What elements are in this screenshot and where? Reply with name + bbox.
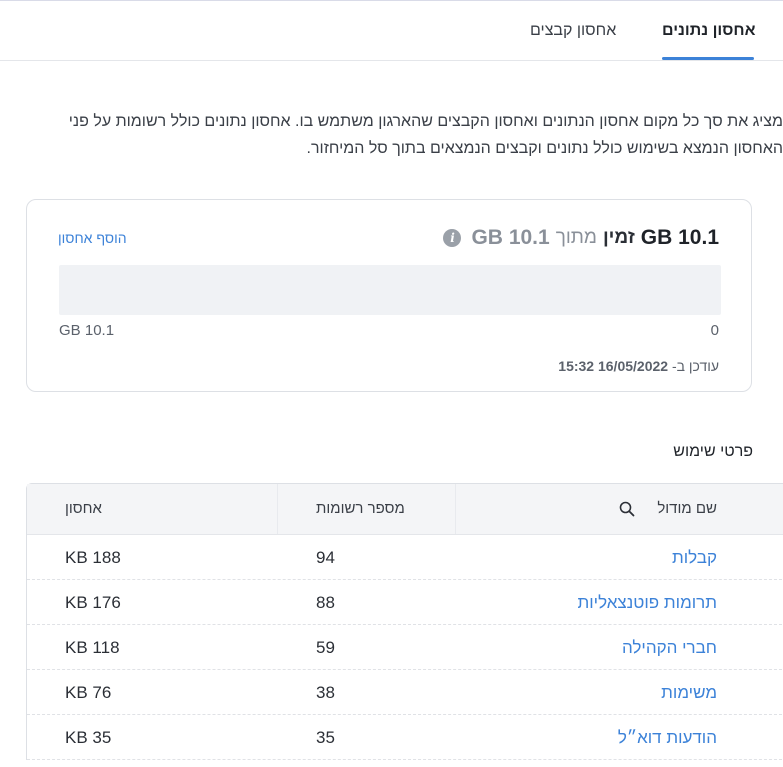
module-name-link[interactable]: חברי הקהילה	[622, 638, 717, 658]
page-description: מציג את סך כל מקום אחסון הנתונים ואחסון …	[0, 108, 783, 162]
record-count: 59	[316, 638, 335, 657]
add-storage-link[interactable]: הוסף אחסון	[58, 230, 127, 246]
column-header-module[interactable]: שם מודול	[657, 500, 717, 517]
record-count: 35	[316, 728, 335, 747]
active-tab-indicator	[662, 57, 754, 60]
table-row[interactable]: משימות 38 76 KB	[27, 670, 783, 715]
updated-label: עודכן ב-	[671, 358, 719, 374]
table-row[interactable]: קבלות 94 188 KB	[27, 535, 783, 580]
storage-usage-card: 10.1 GB זמין מתוך 10.1 GB i הוסף אחסון 0…	[26, 199, 752, 392]
module-name-link[interactable]: תרומות פוטנצאליות	[578, 593, 718, 613]
column-header-storage[interactable]: אחסון	[65, 500, 102, 517]
storage-tabs: אחסון נתונים אחסון קבצים	[0, 0, 783, 61]
total-storage: 10.1 GB	[471, 226, 550, 249]
record-count: 94	[316, 548, 335, 567]
bar-min-label: 0	[710, 322, 719, 339]
module-name-link[interactable]: משימות	[661, 683, 717, 703]
storage-size: 118 KB	[65, 638, 120, 657]
usage-details-table: שם מודול מספר רשומות אחסון קבלות 94 188 …	[26, 483, 783, 760]
available-label: זמין	[602, 227, 635, 248]
header-divider	[455, 484, 456, 534]
updated-timestamp: 16/05/2022 15:32	[558, 358, 669, 374]
tab-file-storage[interactable]: אחסון קבצים	[530, 22, 616, 40]
last-updated: עודכן ב- 16/05/2022 15:32	[558, 358, 719, 374]
storage-size: 35 KB	[65, 728, 112, 747]
storage-size: 188 KB	[65, 548, 121, 567]
table-row[interactable]: תרומות פוטנצאליות 88 176 KB	[27, 580, 783, 625]
table-header: שם מודול מספר רשומות אחסון	[27, 484, 783, 535]
record-count: 38	[316, 683, 335, 702]
record-count: 88	[316, 593, 335, 612]
of-label: מתוך	[555, 227, 597, 248]
module-name-link[interactable]: הודעות דוא״ל	[618, 728, 717, 748]
usage-summary: 10.1 GB זמין מתוך 10.1 GB i	[443, 226, 719, 250]
module-name-link[interactable]: קבלות	[672, 548, 717, 568]
usage-details-title: פרטי שימוש	[673, 443, 753, 460]
column-header-records[interactable]: מספר רשומות	[316, 500, 405, 517]
table-row[interactable]: חברי הקהילה 59 118 KB	[27, 625, 783, 670]
info-icon[interactable]: i	[443, 229, 462, 247]
storage-size: 76 KB	[65, 683, 112, 702]
used-storage: 10.1 GB	[640, 226, 719, 249]
description-line-2: האחסון הנמצא בשימוש כולל נתונים וקבצים ה…	[306, 140, 783, 157]
storage-size: 176 KB	[65, 593, 121, 612]
description-line-1: מציג את סך כל מקום אחסון הנתונים ואחסון …	[68, 113, 783, 130]
header-divider	[277, 484, 278, 534]
bar-max-label: 10.1 GB	[59, 322, 115, 339]
table-row[interactable]: הודעות דוא״ל 35 35 KB	[27, 715, 783, 760]
search-icon[interactable]	[619, 501, 635, 517]
storage-progress-bar	[59, 265, 721, 315]
tab-data-storage[interactable]: אחסון נתונים	[662, 22, 756, 40]
